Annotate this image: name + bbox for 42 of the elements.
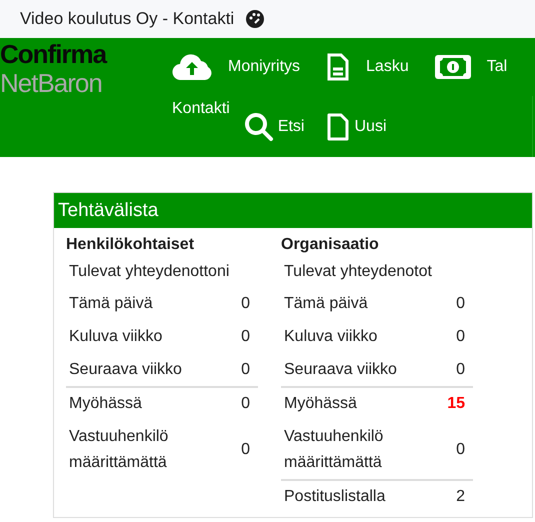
nav-link[interactable]: Tal [434,55,534,79]
nav-link[interactable]: Lasku [326,52,435,82]
task-count: 0 [241,441,251,459]
task-count: 0 [456,295,466,313]
task-count: 0 [241,328,251,346]
panel-title: Tehtävälista [54,193,532,228]
nav-link[interactable]: Uusi [326,112,408,142]
task-count: 0 [241,361,251,379]
logo-text: Confirma [0,40,108,68]
banknote-icon [434,55,471,79]
logo-text: NetBaron [0,68,103,98]
task-link[interactable]: Tämä päivä [284,288,424,320]
file-icon [326,112,350,142]
task-count: 2 [456,488,466,506]
task-link[interactable]: Myöhässä [284,388,424,420]
gauge-icon [246,10,264,28]
task-link[interactable]: Vastuuhenkilö määrittämättä [69,421,209,479]
nav-link[interactable]: Kontakti [172,100,244,118]
window-title: Video koulutus Oy - Kontakti [20,9,234,29]
task-link[interactable]: Kuluva viikko [284,321,424,353]
task-count: 0 [241,295,251,313]
task-count: 15 [447,395,466,413]
task-count: 0 [241,395,251,413]
search-icon [244,112,274,142]
document-icon [326,52,350,82]
task-link[interactable]: Kuluva viikko [69,321,209,353]
task-count: 0 [456,361,466,379]
task-link[interactable]: Seuraava viikko [284,354,424,386]
nav-link[interactable]: Etsi [244,112,326,142]
task-link[interactable]: Vastuuhenkilö määrittämättä [284,421,424,479]
task-link[interactable]: Tämä päivä [69,288,209,320]
cloud-upload-icon [172,53,212,81]
task-count: 0 [456,328,466,346]
task-link[interactable]: Seuraava viikko [69,354,209,386]
section-label: Tulevat yhteydenottoni [68,262,230,282]
task-link[interactable]: Postituslistalla [284,481,424,513]
column-heading: Henkilökohtaiset [66,235,196,255]
section-label: Tulevat yhteydenotot [283,262,433,282]
task-count: 0 [456,441,466,459]
column-heading: Organisaatio [281,235,380,255]
nav-link[interactable]: Moniyritys [172,53,326,81]
task-link[interactable]: Myöhässä [69,388,209,420]
